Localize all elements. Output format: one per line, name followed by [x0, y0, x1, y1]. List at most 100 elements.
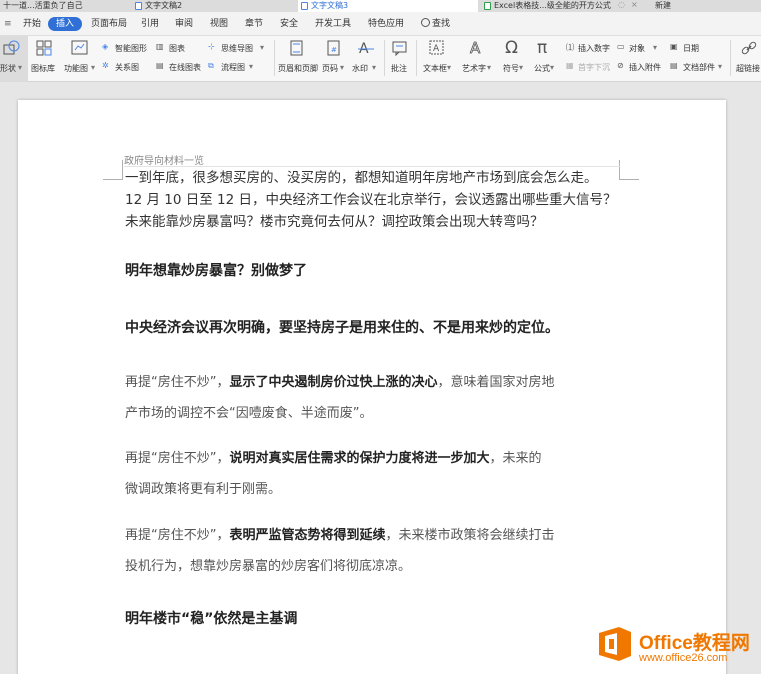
search-command[interactable]: 查找 — [421, 18, 450, 30]
search-label: 查找 — [432, 19, 451, 29]
doc-tab-1[interactable]: 十一道...活重负了自己 — [0, 0, 120, 12]
doc-tab-3[interactable]: 文字文稿3 — [298, 0, 478, 12]
menu-page-layout[interactable]: 页面布局 — [91, 18, 127, 30]
attachment-button[interactable]: ⊘ 插入附件 — [617, 61, 667, 74]
menu-chapter[interactable]: 章节 — [245, 18, 263, 30]
watermark-url: www.office26.com — [639, 652, 728, 664]
heading-1: 明年想靠炒房暴富？别做梦了 — [125, 263, 307, 279]
menu-home[interactable]: 开始 — [23, 18, 41, 30]
omega-icon: Ω — [505, 38, 518, 58]
mind-map-icon: ⊹ — [208, 42, 215, 51]
document-icon — [301, 1, 308, 10]
paragraph-3-line-1: 再提“房住不炒”，表明严监管态势将得到延续，未来楼市政策将会继续打击 — [125, 528, 555, 543]
comment-icon — [392, 41, 407, 56]
hyperlink-button[interactable]: 超链接 — [734, 36, 761, 82]
symbol-label: 符号 — [503, 64, 519, 73]
wordart-icon: A — [470, 39, 482, 56]
menu-developer[interactable]: 开发工具 — [315, 18, 351, 30]
paragraph-2-line-1: 再提“房住不炒”，说明对真实居住需求的保护力度将进一步加大，未来的 — [125, 451, 542, 466]
svg-text:A: A — [433, 44, 440, 54]
insert-number-label: 插入数字 — [578, 44, 610, 53]
ribbon-divider — [274, 40, 275, 76]
comment-label: 批注 — [391, 64, 407, 73]
cloud-icon: ◌ — [618, 0, 625, 9]
smart-shape-label: 智能图形 — [115, 44, 147, 53]
more-menu-icon[interactable]: ≡ — [4, 18, 12, 30]
ribbon-divider — [730, 40, 731, 76]
search-icon — [421, 18, 430, 27]
paragraph-2-line-2: 微调政策将更有利于刚需。 — [125, 482, 282, 497]
smart-shape-icon: ◈ — [102, 42, 109, 51]
online-chart-label: 在线图表 — [169, 63, 201, 72]
ribbon-divider — [384, 40, 385, 76]
flowchart-icon: ⧉ — [208, 61, 214, 70]
insert-number-button[interactable]: ⑴ 插入数字 — [566, 42, 616, 55]
page-number-button[interactable]: # 页码 ▾ — [322, 36, 348, 82]
icon-library-icon — [36, 40, 52, 56]
doc-tab-2[interactable]: 文字文稿2 — [132, 0, 287, 12]
menu-security[interactable]: 安全 — [280, 18, 298, 30]
smart-shape-button[interactable]: ◈ 智能图形 — [102, 42, 158, 55]
drop-cap-icon: ▦ — [566, 61, 574, 70]
menu-insert[interactable]: 插入 — [48, 17, 83, 31]
hyperlink-label: 超链接 — [736, 64, 760, 73]
relation-chart-button[interactable]: ✲ 关系图 — [102, 61, 148, 74]
ribbon-divider — [416, 40, 417, 76]
textbox-icon: A — [429, 40, 444, 55]
doc-tab-label: Excel表格技...级全能的开方公式 — [494, 1, 611, 10]
number-icon: ⑴ — [566, 43, 574, 52]
page-number-icon: # — [327, 40, 340, 56]
flowchart-button[interactable]: ⧉ 流程图 ▾ — [208, 61, 258, 74]
function-chart-button[interactable]: 功能图 ▾ — [62, 36, 98, 82]
document-page[interactable]: 政府导向材料一览 一到年底，很多想买房的、没买房的，都想知道明年房地产市场到底会… — [18, 100, 726, 674]
watermark-button[interactable]: A 水印 ▾ — [352, 36, 380, 82]
chart-button[interactable]: ▥ 图表 — [156, 42, 196, 55]
doc-tab-4[interactable]: Excel表格技...级全能的开方公式 — [481, 0, 641, 12]
chart-label: 图表 — [169, 44, 185, 53]
symbol-button[interactable]: Ω 符号 ▾ — [498, 36, 528, 82]
shape-label: 形状 — [0, 64, 16, 73]
close-icon[interactable]: × — [631, 0, 638, 9]
pi-icon: π — [537, 38, 548, 58]
textbox-label: 文本框 — [423, 64, 447, 73]
paragraph-1-line-1: 再提“房住不炒”，显示了中央遏制房价过快上涨的决心，意味着国家对房地 — [125, 375, 555, 390]
mind-map-button[interactable]: ⊹ 思维导图 ▾ — [208, 42, 266, 55]
wordart-button[interactable]: A 艺术字 ▾ — [458, 36, 494, 82]
heading-3: 明年楼市“稳”依然是主基调 — [125, 611, 298, 627]
doc-tab-label: 文字文稿2 — [145, 1, 183, 10]
doc-tab-label: 文字文稿3 — [311, 1, 349, 10]
header-footer-button[interactable]: 页眉和页脚 — [278, 36, 318, 82]
flowchart-label: 流程图 — [221, 63, 245, 72]
drop-cap-button[interactable]: ▦ 首字下沉 — [566, 61, 616, 74]
online-chart-button[interactable]: ▤ 在线图表 — [156, 61, 206, 74]
page-header-text: 政府导向材料一览 — [124, 156, 204, 167]
menu-view[interactable]: 视图 — [210, 18, 228, 30]
object-icon: ▭ — [617, 42, 625, 51]
mind-map-label: 思维导图 — [221, 44, 253, 53]
doc-tab-label: 十一道...活重负了自己 — [3, 1, 83, 10]
object-button[interactable]: ▭ 对象 ▾ — [617, 42, 663, 55]
header-footer-label: 页眉和页脚 — [278, 64, 318, 73]
formula-button[interactable]: π 公式 ▾ — [530, 36, 560, 82]
doc-parts-button[interactable]: ▤ 文档部件 ▾ — [670, 61, 728, 74]
menu-review[interactable]: 审阅 — [175, 18, 193, 30]
intro-line-2: 12 月 10 日至 12 日，中央经济工作会议在北京举行，会议透露出哪些重大信… — [125, 192, 617, 208]
watermark-label: 水印 — [352, 64, 368, 73]
menu-references[interactable]: 引用 — [141, 18, 159, 30]
textbox-button[interactable]: A 文本框 ▾ — [420, 36, 454, 82]
watermark-title: Office教程网 — [639, 633, 750, 654]
comment-button[interactable]: 批注 — [388, 36, 412, 82]
shape-button[interactable]: 形状 ▾ — [0, 36, 28, 82]
doc-parts-label: 文档部件 — [683, 63, 715, 72]
document-canvas[interactable]: 政府导向材料一览 一到年底，很多想买房的、没买房的，都想知道明年房地产市场到底会… — [0, 82, 761, 674]
spreadsheet-icon — [484, 1, 491, 10]
new-tab[interactable]: 新建 — [652, 0, 712, 12]
page-number-label: 页码 — [322, 64, 338, 73]
icon-library-label: 图标库 — [31, 64, 55, 73]
date-button[interactable]: ▣ 日期 — [670, 42, 710, 55]
relation-chart-label: 关系图 — [115, 63, 139, 72]
header-footer-icon — [290, 40, 303, 56]
menu-special[interactable]: 特色应用 — [368, 18, 404, 30]
function-chart-icon — [71, 40, 88, 55]
icon-library-button[interactable]: 图标库 — [30, 36, 60, 82]
